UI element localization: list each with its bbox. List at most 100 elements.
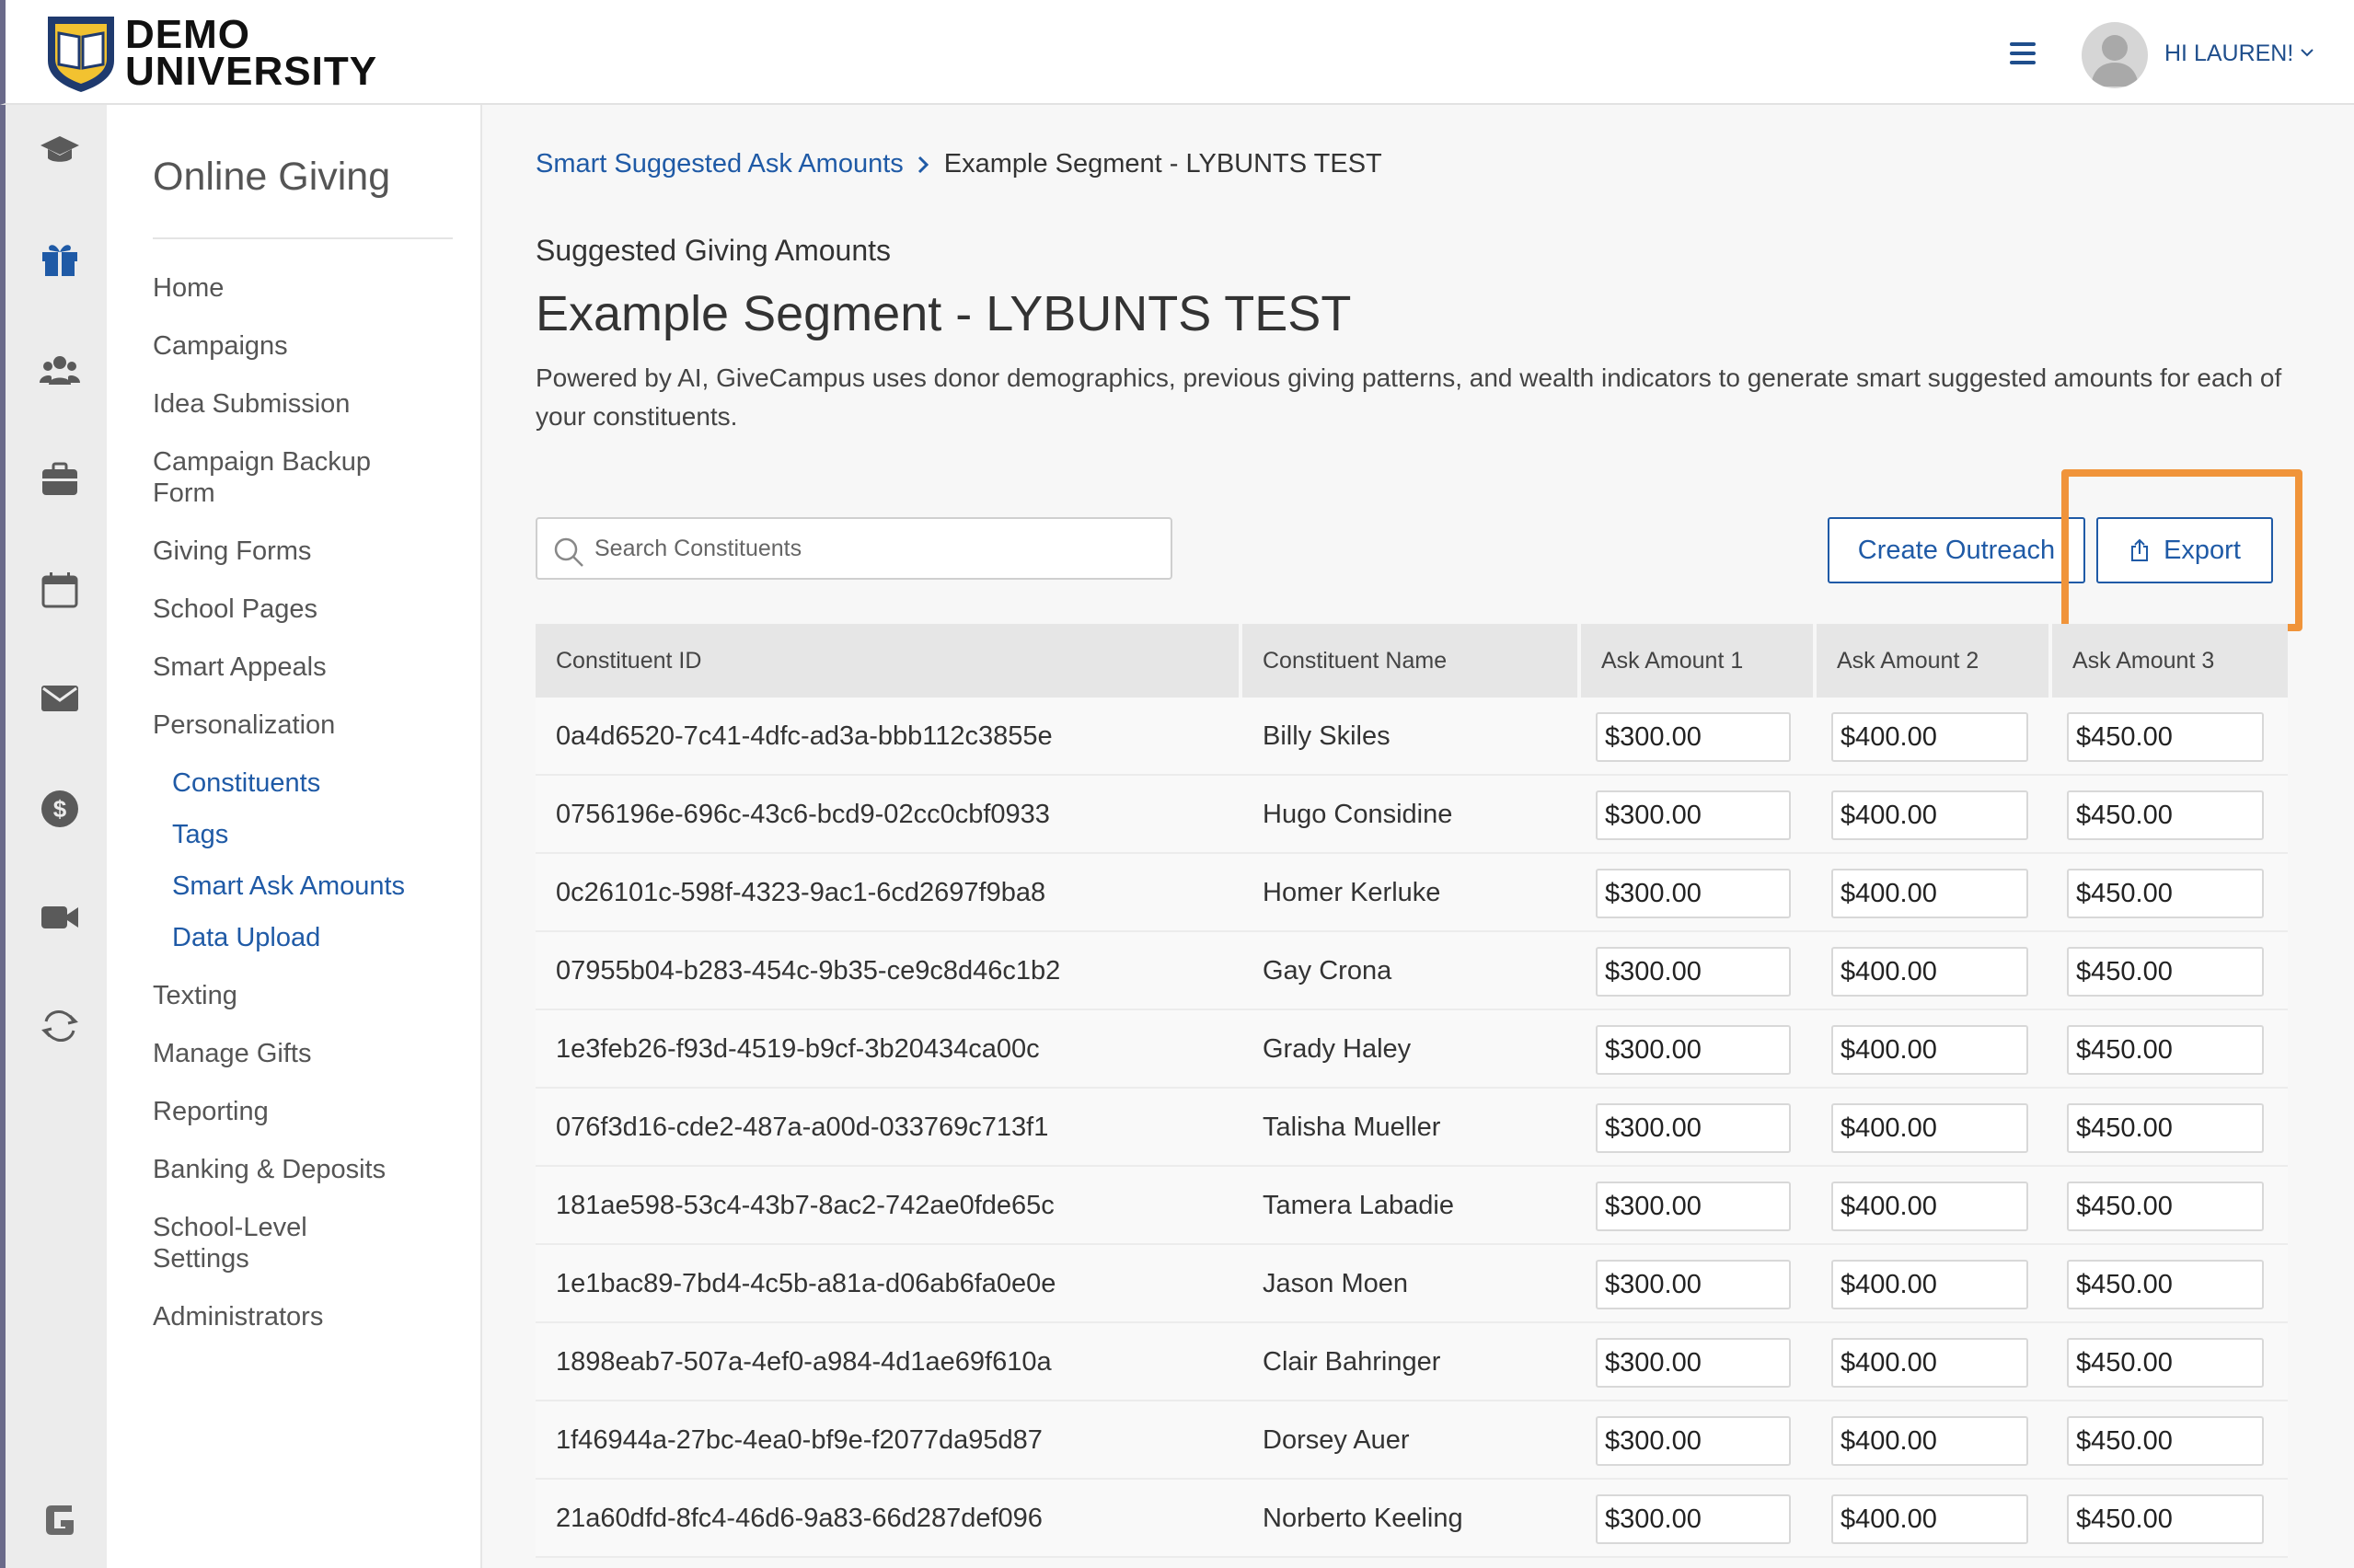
table-row: 0a4d6520-7c41-4dfc-ad3a-bbb112c3855e Bill… (536, 698, 2288, 776)
ask-amount-2-input[interactable] (1831, 869, 2028, 918)
sync-icon[interactable] (37, 1003, 83, 1049)
table-row: 0c26101c-598f-4323-9ac1-6cd2697f9ba8 Home… (536, 854, 2288, 932)
nav-subitem-constituents[interactable]: Constituents (172, 767, 320, 799)
ask-amount-3-input[interactable] (2067, 1025, 2264, 1075)
ask-amount-2-input[interactable] (1831, 712, 2028, 762)
cell-constituent-name: Clair Bahringer (1263, 1347, 1441, 1377)
table-row: 1898eab7-507a-4ef0-a984-4d1ae69f610a Clai… (536, 1323, 2288, 1401)
nav-subitem-tags[interactable]: Tags (172, 819, 228, 850)
cell-constituent-id: 1e1bac89-7bd4-4c5b-a81a-d06ab6fa0e0e (556, 1269, 1056, 1298)
main-content: Smart Suggested Ask Amounts Example Segm… (482, 105, 2354, 1568)
envelope-icon[interactable] (37, 675, 83, 721)
column-header-constituent-id[interactable]: Constituent ID (536, 624, 1239, 698)
nav-item-smart-appeals[interactable]: Smart Appeals (153, 651, 447, 683)
avatar[interactable] (2082, 22, 2148, 88)
column-header-ask-amount-2[interactable]: Ask Amount 2 (1817, 624, 2048, 698)
table-row: 0756196e-696c-43c6-bcd9-02cc0cbf0933 Hugo… (536, 776, 2288, 854)
brand-g-icon[interactable] (37, 1496, 83, 1542)
ask-amount-1-input[interactable] (1596, 1260, 1791, 1309)
ask-amount-2-input[interactable] (1831, 1260, 2028, 1309)
table-header: Constituent ID Constituent Name Ask Amou… (536, 624, 2288, 698)
cell-constituent-id: 076f3d16-cde2-487a-a00d-033769c713f1 (556, 1113, 1049, 1142)
chevron-down-icon[interactable] (2299, 44, 2315, 61)
secondary-nav: Online Giving Home Campaigns Idea Submis… (107, 105, 482, 1568)
ask-amount-3-input[interactable] (2067, 1182, 2264, 1231)
shield-book-icon (48, 17, 114, 92)
ask-amount-2-input[interactable] (1831, 1103, 2028, 1153)
cell-constituent-name: Gay Crona (1263, 956, 1392, 986)
ask-amount-3-input[interactable] (2067, 1103, 2264, 1153)
cell-constituent-id: 1898eab7-507a-4ef0-a984-4d1ae69f610a (556, 1347, 1052, 1377)
ask-amount-3-input[interactable] (2067, 1494, 2264, 1544)
nav-item-reporting[interactable]: Reporting (153, 1096, 447, 1127)
cell-constituent-name: Dorsey Auer (1263, 1425, 1410, 1455)
ask-amount-1-input[interactable] (1596, 1338, 1791, 1388)
graduation-cap-icon[interactable] (37, 127, 83, 173)
gift-icon[interactable] (37, 236, 83, 282)
nav-item-manage-gifts[interactable]: Manage Gifts (153, 1038, 447, 1069)
cell-constituent-id: 1f46944a-27bc-4ea0-bf9e-f2077da95d87 (556, 1425, 1043, 1455)
ask-amount-3-input[interactable] (2067, 869, 2264, 918)
ask-amount-1-input[interactable] (1596, 947, 1791, 997)
calendar-icon[interactable] (37, 567, 83, 613)
subnav-divider (153, 237, 453, 239)
column-header-constituent-name[interactable]: Constituent Name (1242, 624, 1577, 698)
nav-item-school-level-settings[interactable]: School-Level Settings (153, 1212, 355, 1274)
search-input[interactable] (594, 528, 1156, 569)
table-row: 07955b04-b283-454c-9b35-ce9c8d46c1b2 Gay … (536, 932, 2288, 1010)
ask-amount-1-input[interactable] (1596, 1103, 1791, 1153)
ask-amount-1-input[interactable] (1596, 869, 1791, 918)
ask-amount-2-input[interactable] (1831, 1494, 2028, 1544)
breadcrumb: Smart Suggested Ask Amounts Example Segm… (536, 149, 1382, 179)
nav-item-texting[interactable]: Texting (153, 980, 447, 1011)
ask-amount-1-input[interactable] (1596, 1494, 1791, 1544)
column-header-ask-amount-3[interactable]: Ask Amount 3 (2052, 624, 2288, 698)
nav-subitem-smart-ask-amounts[interactable]: Smart Ask Amounts (172, 870, 405, 902)
create-outreach-button[interactable]: Create Outreach (1828, 517, 2085, 583)
table-row: 076f3d16-cde2-487a-a00d-033769c713f1 Tali… (536, 1089, 2288, 1167)
nav-item-personalization[interactable]: Personalization (153, 709, 447, 741)
ask-amount-1-input[interactable] (1596, 712, 1791, 762)
ask-amount-3-input[interactable] (2067, 1260, 2264, 1309)
nav-item-home[interactable]: Home (153, 272, 447, 304)
ask-amount-2-input[interactable] (1831, 1338, 2028, 1388)
ask-amount-3-input[interactable] (2067, 712, 2264, 762)
top-header: DEMO UNIVERSITY HI LAUREN! (0, 0, 2354, 105)
nav-item-giving-forms[interactable]: Giving Forms (153, 536, 447, 567)
video-camera-icon[interactable] (37, 894, 83, 940)
svg-text:$: $ (53, 795, 67, 823)
ask-amount-3-input[interactable] (2067, 1416, 2264, 1466)
ask-amount-1-input[interactable] (1596, 1182, 1791, 1231)
ask-amount-1-input[interactable] (1596, 1025, 1791, 1075)
ask-amount-2-input[interactable] (1831, 790, 2028, 840)
nav-item-campaign-backup-form[interactable]: Campaign Backup Form (153, 446, 420, 509)
cell-constituent-id: 07955b04-b283-454c-9b35-ce9c8d46c1b2 (556, 956, 1061, 986)
hamburger-icon[interactable] (2010, 42, 2036, 64)
export-highlight-box (2061, 469, 2302, 631)
nav-item-school-pages[interactable]: School Pages (153, 594, 447, 625)
ask-amount-3-input[interactable] (2067, 947, 2264, 997)
ask-amount-1-input[interactable] (1596, 790, 1791, 840)
dollar-icon[interactable]: $ (37, 786, 83, 832)
ask-amount-2-input[interactable] (1831, 1025, 2028, 1075)
nav-item-administrators[interactable]: Administrators (153, 1301, 447, 1332)
nav-item-campaigns[interactable]: Campaigns (153, 330, 447, 362)
people-icon[interactable] (37, 346, 83, 392)
ask-amount-2-input[interactable] (1831, 1182, 2028, 1231)
cell-constituent-id: 0c26101c-598f-4323-9ac1-6cd2697f9ba8 (556, 878, 1046, 907)
nav-item-banking-deposits[interactable]: Banking & Deposits (153, 1154, 447, 1185)
nav-subitem-data-upload[interactable]: Data Upload (172, 922, 320, 953)
university-logo[interactable]: DEMO UNIVERSITY (44, 13, 377, 94)
ask-amount-2-input[interactable] (1831, 1416, 2028, 1466)
nav-item-idea-submission[interactable]: Idea Submission (153, 388, 447, 420)
user-greeting[interactable]: HI LAUREN! (2164, 40, 2293, 67)
search-box (536, 517, 1172, 580)
cell-constituent-name: Talisha Mueller (1263, 1113, 1441, 1142)
breadcrumb-parent-link[interactable]: Smart Suggested Ask Amounts (536, 149, 904, 179)
ask-amount-2-input[interactable] (1831, 947, 2028, 997)
briefcase-icon[interactable] (37, 456, 83, 502)
ask-amount-3-input[interactable] (2067, 1338, 2264, 1388)
ask-amount-1-input[interactable] (1596, 1416, 1791, 1466)
ask-amount-3-input[interactable] (2067, 790, 2264, 840)
column-header-ask-amount-1[interactable]: Ask Amount 1 (1581, 624, 1813, 698)
